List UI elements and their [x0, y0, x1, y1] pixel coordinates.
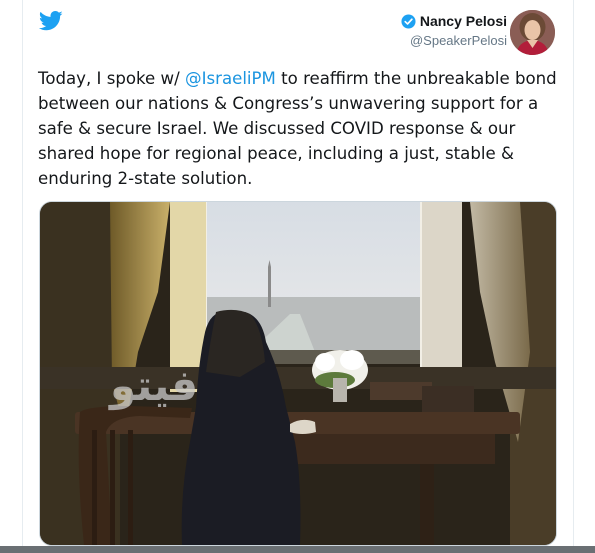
- twitter-bird-icon[interactable]: [39, 11, 63, 31]
- author-name[interactable]: Nancy Pelosi: [420, 13, 507, 29]
- mention-link[interactable]: @IsraeliPM: [185, 69, 276, 88]
- avatar[interactable]: [510, 10, 555, 55]
- bottom-divider: [0, 546, 595, 553]
- avatar-portrait: [510, 10, 555, 55]
- tweet-text-start: Today, I spoke w/: [38, 69, 185, 88]
- tweet-author[interactable]: Nancy Pelosi @SpeakerPelosi: [401, 13, 507, 48]
- watermark-logo: فيتو: [108, 361, 198, 411]
- author-name-row[interactable]: Nancy Pelosi: [401, 13, 507, 29]
- author-handle[interactable]: @SpeakerPelosi: [401, 33, 507, 48]
- svg-text:فيتو: فيتو: [108, 361, 198, 411]
- tweet-photo[interactable]: فيتو: [39, 201, 557, 546]
- tweet-text: Today, I spoke w/ @IsraeliPM to reaffirm…: [38, 66, 558, 191]
- office-window-photo: فيتو: [40, 202, 556, 545]
- verified-badge-icon: [401, 13, 416, 29]
